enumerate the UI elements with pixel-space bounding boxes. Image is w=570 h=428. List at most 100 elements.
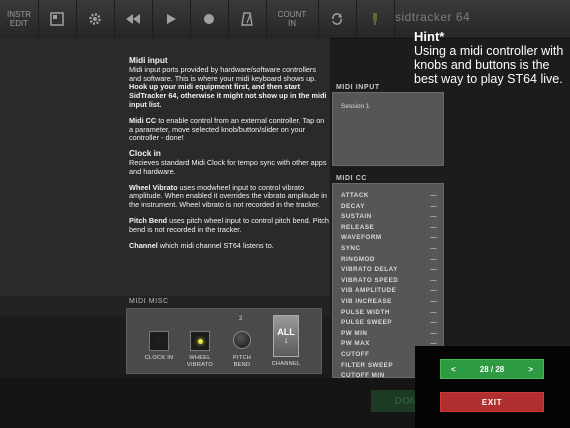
record-icon	[204, 14, 214, 24]
help-pitch-bend-title: Pitch Bend	[129, 215, 168, 225]
done-label: DON	[394, 395, 417, 407]
help-channel-body: which midi channel ST64 listens to.	[157, 240, 274, 250]
clock-in-led	[157, 339, 162, 344]
hint-box: Hint* Using a midi controller with knobs…	[414, 29, 566, 87]
channel-label: CHANNEL	[271, 361, 301, 367]
instr-edit-button[interactable]: INSTR EDIT	[0, 0, 39, 38]
help-wheel-vibrato: Wheel Vibrato uses modwheel input to con…	[129, 182, 329, 210]
midi-cc-param-name: CUTOFF	[341, 350, 370, 358]
midi-cc-row[interactable]: PULSE SWEEP —	[341, 319, 437, 330]
next-page-button[interactable]: >	[528, 365, 533, 374]
midi-cc-row[interactable]: RINGMOD —	[341, 256, 437, 267]
pitch-bend-knob[interactable]	[233, 331, 251, 349]
midi-cc-row[interactable]: RELEASE —	[341, 224, 437, 235]
pitch-bend-label: PITCH BEND	[232, 355, 252, 368]
midi-cc-param-name: RELEASE	[341, 223, 375, 231]
midi-cc-param-name: SUSTAIN	[341, 213, 372, 221]
midi-plug-icon	[373, 13, 377, 25]
wheel-vibrato-label: WHEEL VIBRATO	[186, 355, 214, 368]
count-in-label: COUNT IN	[277, 10, 307, 28]
midi-cc-row[interactable]: VIBRATO SPEED —	[341, 277, 437, 288]
loop-button[interactable]	[318, 0, 357, 38]
midi-cc-param-name: VIB INCREASE	[341, 297, 392, 305]
midi-cc-param-name: PW MIN	[341, 329, 368, 337]
app-title: sidtracker 64	[395, 10, 471, 24]
instr-edit-label: INSTR EDIT	[7, 10, 31, 28]
pitch-bend-value: 2	[239, 316, 243, 322]
midi-cc-row[interactable]: PW MIN —	[341, 330, 437, 341]
midi-cc-param-name: VIB AMPLITUDE	[341, 287, 397, 295]
play-button[interactable]	[152, 0, 191, 38]
help-midi-input: Midi input Midi input ports provided by …	[129, 56, 329, 110]
midi-cc-row[interactable]: DECAY —	[341, 203, 437, 214]
midi-cc-param-name: SYNC	[341, 244, 361, 252]
wheel-vibrato-led	[198, 339, 203, 344]
gear-icon	[89, 13, 101, 25]
midi-input-label: MIDI INPUT	[336, 84, 380, 91]
prev-page-button[interactable]: <	[451, 365, 456, 374]
midi-cc-row[interactable]: VIBRATO DELAY —	[341, 266, 437, 277]
midi-cc-row[interactable]: VIB AMPLITUDE —	[341, 287, 437, 298]
midi-cc-param-value: —	[430, 234, 437, 242]
channel-selector[interactable]: ALL 1	[273, 315, 299, 357]
midi-cc-param-value: —	[430, 297, 437, 305]
midi-cc-param-name: PW MAX	[341, 340, 370, 348]
midi-cc-row[interactable]: WAVEFORM —	[341, 234, 437, 245]
page-navigator[interactable]: < 28 / 28 >	[440, 359, 544, 379]
help-midi-input-bold: Hook up your midi equipment first, and t…	[129, 82, 327, 109]
help-wheel-vibrato-title: Wheel Vibrato	[129, 182, 178, 192]
channel-sub-value: 1	[284, 339, 288, 345]
pattern-icon-button[interactable]	[38, 0, 77, 38]
help-clock-in: Clock in Recieves standard Midi Clock fo…	[129, 149, 329, 176]
midi-cc-param-value: —	[430, 319, 437, 327]
midi-cc-label: MIDI CC	[336, 175, 368, 182]
record-button[interactable]	[190, 0, 229, 38]
midi-cc-param-name: FILTER SWEEP	[341, 361, 394, 369]
midi-misc-panel: CLOCK IN WHEEL VIBRATO 2 PITCH BEND ALL …	[126, 308, 322, 374]
exit-button[interactable]: EXIT	[440, 392, 544, 412]
midi-cc-param-value: —	[430, 287, 437, 295]
midi-cc-param-name: VIBRATO DELAY	[341, 266, 398, 274]
help-pitch-bend: Pitch Bend uses pitch wheel input to con…	[129, 215, 329, 235]
hint-text: Using a midi controller with knobs and b…	[414, 44, 564, 86]
midi-indicator[interactable]	[356, 0, 395, 38]
metronome-icon	[241, 12, 253, 26]
tutorial-nav: < 28 / 28 > EXIT	[415, 346, 570, 428]
midi-cc-param-name: VIBRATO SPEED	[341, 276, 399, 284]
midi-input-session[interactable]: Session 1	[341, 103, 370, 110]
settings-button[interactable]	[76, 0, 115, 38]
help-text: Midi input Midi input ports provided by …	[129, 56, 329, 257]
midi-cc-param-value: —	[430, 266, 437, 274]
midi-cc-param-value: —	[430, 213, 437, 221]
midi-cc-param-value: —	[430, 244, 437, 252]
midi-cc-param-name: CUTOFF MIN	[341, 372, 385, 380]
midi-cc-row[interactable]: PULSE WIDTH —	[341, 309, 437, 320]
count-in-button[interactable]: COUNT IN	[266, 0, 319, 38]
midi-cc-row[interactable]: ATTACK —	[341, 192, 437, 203]
midi-cc-param-value: —	[430, 223, 437, 231]
help-midi-cc-body: to enable control from an external contr…	[129, 115, 325, 143]
loop-icon	[332, 13, 342, 25]
midi-cc-param-value: —	[430, 276, 437, 284]
midi-cc-param-value: —	[430, 308, 437, 316]
midi-cc-param-value: —	[430, 202, 437, 210]
midi-cc-param-value: —	[430, 329, 437, 337]
midi-cc-param-value: —	[430, 192, 437, 199]
clock-in-button[interactable]	[149, 331, 169, 351]
midi-cc-row[interactable]: VIB INCREASE —	[341, 298, 437, 309]
midi-cc-row[interactable]: SUSTAIN —	[341, 213, 437, 224]
rewind-button[interactable]	[114, 0, 153, 38]
midi-cc-param-name: PULSE WIDTH	[341, 308, 390, 316]
metronome-button[interactable]	[228, 0, 267, 38]
help-midi-cc: Midi CC to enable control from an extern…	[129, 115, 329, 143]
wheel-vibrato-button[interactable]	[190, 331, 210, 351]
midi-cc-row[interactable]: SYNC —	[341, 245, 437, 256]
midi-misc-label: MIDI MISC	[129, 298, 169, 305]
hint-title: Hint*	[414, 29, 445, 44]
pattern-icon	[50, 12, 64, 26]
midi-cc-param-name: ATTACK	[341, 192, 369, 199]
midi-cc-param-name: DECAY	[341, 202, 365, 210]
clock-in-label: CLOCK IN	[144, 355, 174, 361]
page-indicator: 28 / 28	[479, 364, 505, 374]
help-channel: Channel which midi channel ST64 listens …	[129, 240, 329, 251]
